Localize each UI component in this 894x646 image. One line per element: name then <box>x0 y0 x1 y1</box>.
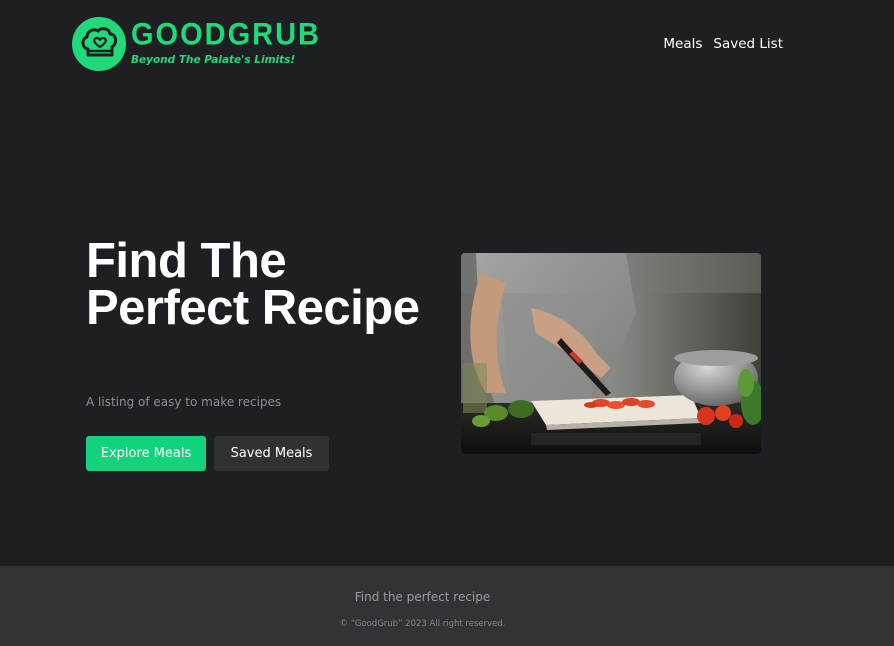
nav-link-saved-list[interactable]: Saved List <box>713 36 783 52</box>
hero-image <box>461 253 761 454</box>
chef-hat-heart-icon <box>72 17 126 71</box>
footer: Find the perfect recipe © “GoodGrub” 202… <box>0 566 894 646</box>
brand-logo[interactable]: GOODGRUB Beyond The Palate's Limits! <box>71 16 321 72</box>
header: GOODGRUB Beyond The Palate's Limits! Mea… <box>0 0 894 90</box>
page: GOODGRUB Beyond The Palate's Limits! Mea… <box>0 0 894 646</box>
cooking-photo-illustration <box>461 253 761 454</box>
footer-copyright: © “GoodGrub” 2023 All right reserved. <box>339 619 506 629</box>
main-nav: Meals Saved List <box>663 36 783 52</box>
explore-meals-button[interactable]: Explore Meals <box>86 436 206 471</box>
brand-text: GOODGRUB Beyond The Palate's Limits! <box>131 17 321 67</box>
footer-title: Find the perfect recipe <box>354 590 491 604</box>
saved-meals-button[interactable]: Saved Meals <box>214 436 329 471</box>
brand-name: GOODGRUB <box>131 17 321 53</box>
nav-link-meals[interactable]: Meals <box>663 36 702 52</box>
hero-title: Find The Perfect Recipe <box>86 234 420 335</box>
hero-subtitle: A listing of easy to make recipes <box>86 395 282 409</box>
brand-tagline: Beyond The Palate's Limits! <box>131 54 296 66</box>
